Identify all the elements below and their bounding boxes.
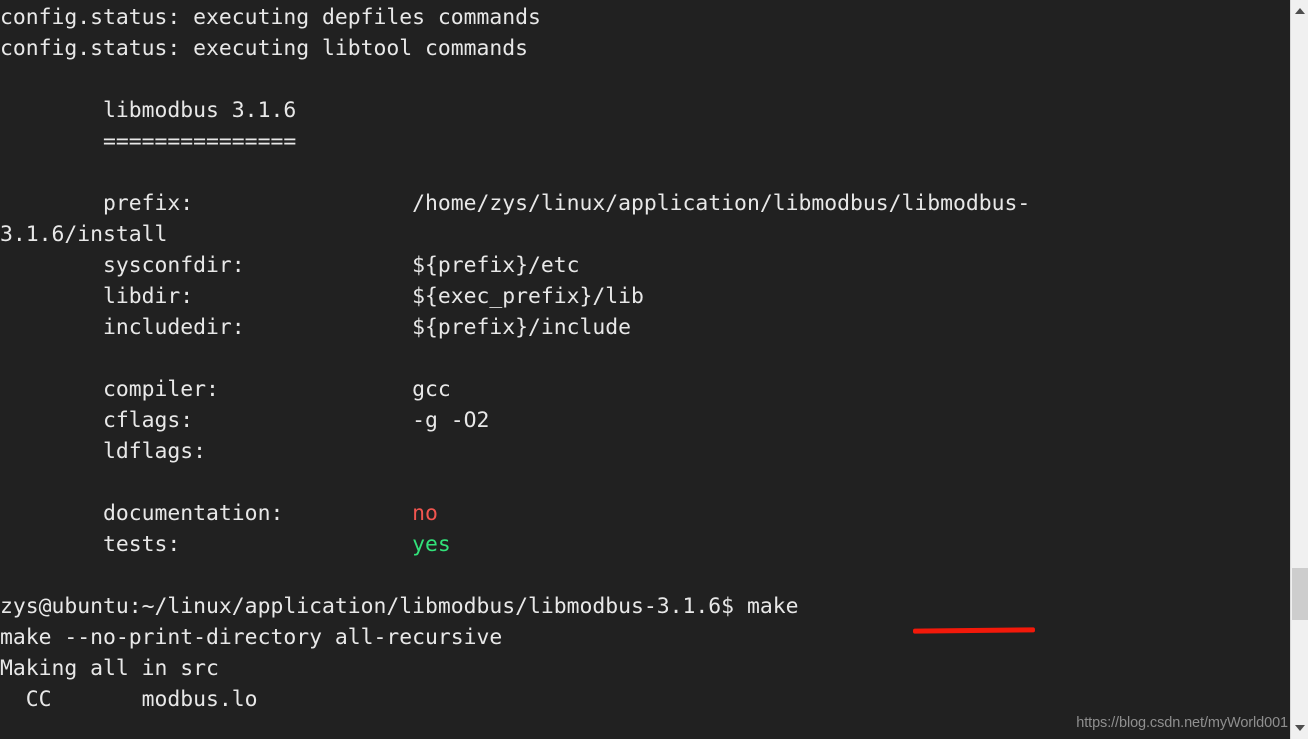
terminal-line-cflags: cflags: -g -O2 [0,408,490,433]
terminal-line-libdir: libdir: ${exec_prefix}/lib [0,284,644,309]
documentation-label: documentation: [0,501,413,526]
terminal-line-compiler: compiler: gcc [0,377,451,402]
terminal-line-sysconfdir: sysconfdir: ${prefix}/etc [0,253,580,278]
vertical-scrollbar[interactable] [1290,0,1308,739]
scrollbar-thumb[interactable] [1292,568,1308,620]
terminal-line-cc-modbus: CC modbus.lo [0,687,258,712]
terminal-line-tests: tests: yes [0,529,1290,560]
documentation-value: no [412,501,438,526]
terminal-line-title-rule: =============== [0,129,297,154]
terminal-line-making-src: Making all in src [0,656,219,681]
terminal-line-prefix: prefix: /home/zys/linux/application/libm… [0,191,1031,216]
tests-value: yes [412,532,451,557]
terminal-line-ldflags: ldflags: [0,439,207,464]
terminal-prompt-line[interactable]: zys@ubuntu:~/linux/application/libmodbus… [0,591,1290,622]
terminal-window[interactable]: config.status: executing depfiles comman… [0,0,1290,739]
terminal-line: config.status: executing libtool command… [0,36,529,61]
terminal-line-documentation: documentation: no [0,498,1290,529]
tests-label: tests: [0,532,413,557]
terminal-screenshot: config.status: executing depfiles comman… [0,0,1308,739]
terminal-line: config.status: executing depfiles comman… [0,5,541,30]
terminal-line-title: libmodbus 3.1.6 [0,98,297,123]
terminal-line-make-recursive: make --no-print-directory all-recursive [0,625,503,650]
chevron-up-icon[interactable] [1291,2,1308,20]
terminal-line-prefix-wrap: 3.1.6/install [0,222,168,247]
terminal-output[interactable]: config.status: executing depfiles comman… [0,2,1290,715]
chevron-down-icon[interactable] [1291,719,1308,737]
watermark-text: https://blog.csdn.net/myWorld001 [1076,715,1288,731]
terminal-line-includedir: includedir: ${prefix}/include [0,315,632,340]
